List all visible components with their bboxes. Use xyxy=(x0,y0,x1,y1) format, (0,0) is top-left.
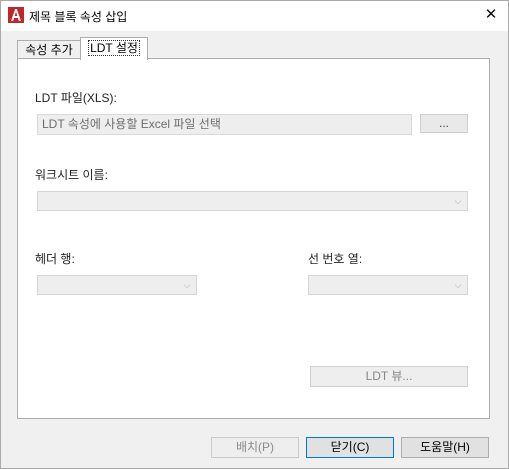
ldt-file-field[interactable]: LDT 속성에 사용할 Excel 파일 선택 xyxy=(37,114,412,135)
autocad-a-icon xyxy=(8,7,24,23)
tab-ldt-settings[interactable]: LDT 설정 xyxy=(80,37,148,60)
tab-panel: LDT 파일(XLS): LDT 속성에 사용할 Excel 파일 선택 ...… xyxy=(17,58,490,419)
browse-button[interactable]: ... xyxy=(420,114,468,133)
place-button[interactable]: 배치(P) xyxy=(211,437,299,458)
chevron-down-icon: ⌵ xyxy=(183,280,191,290)
chevron-down-icon: ⌵ xyxy=(454,280,462,290)
title-bar: 제목 블록 속성 삽입 ✕ xyxy=(1,1,508,31)
header-row-label: 헤더 행: xyxy=(35,252,75,266)
line-number-col-select[interactable]: ⌵ xyxy=(308,275,468,295)
help-button[interactable]: 도움말(H) xyxy=(401,437,489,458)
worksheet-select[interactable]: ⌵ xyxy=(37,191,468,211)
dialog-window: 제목 블록 속성 삽입 ✕ 속성 추가 LDT 설정 LDT 파일(XLS): … xyxy=(0,0,509,469)
tab-add-attributes-label: 속성 추가 xyxy=(25,43,73,57)
close-icon[interactable]: ✕ xyxy=(474,1,508,30)
header-row-select[interactable]: ⌵ xyxy=(37,275,197,295)
tab-add-attributes[interactable]: 속성 추가 xyxy=(17,40,81,59)
ldt-view-button[interactable]: LDT 뷰... xyxy=(310,366,468,387)
window-title: 제목 블록 속성 삽입 xyxy=(29,10,128,24)
ldt-file-label: LDT 파일(XLS): xyxy=(35,91,117,105)
worksheet-label: 워크시트 이름: xyxy=(35,168,108,182)
tab-ldt-settings-label: LDT 설정 xyxy=(88,40,140,56)
line-number-col-label: 선 번호 열: xyxy=(308,252,363,266)
chevron-down-icon: ⌵ xyxy=(454,196,462,206)
close-button[interactable]: 닫기(C) xyxy=(306,437,394,458)
